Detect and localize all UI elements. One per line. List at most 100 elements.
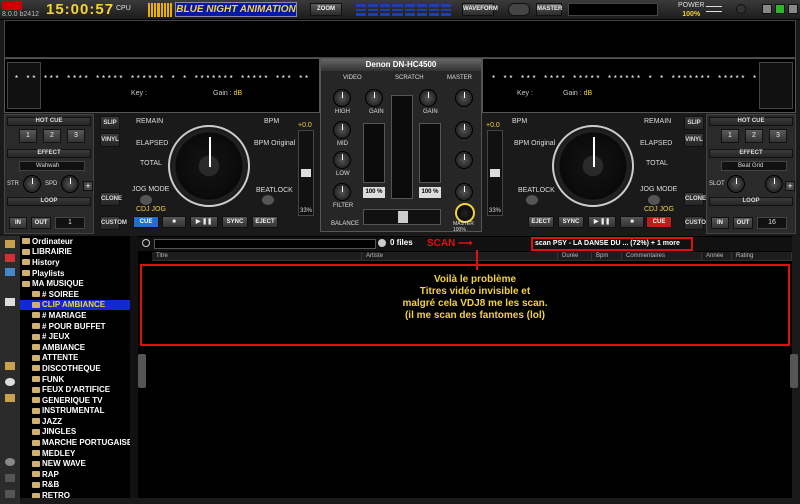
deck-right-vinyl[interactable]: VINYL	[684, 133, 704, 147]
deck-left-loop-in[interactable]: IN	[9, 217, 27, 229]
folder-item[interactable]: JINGLES	[20, 427, 138, 438]
deck-right-eject-button[interactable]: EJECT	[528, 216, 554, 228]
folder-item[interactable]: Playlists	[20, 268, 138, 279]
gear-icon[interactable]	[736, 4, 746, 14]
deck-left-param1-knob[interactable]	[23, 175, 41, 193]
settings-icon[interactable]	[5, 458, 15, 466]
cd-icon[interactable]	[5, 378, 15, 386]
col-year[interactable]: Année	[702, 252, 732, 261]
deck-right-param2-knob[interactable]	[765, 175, 783, 193]
deck-left-slip[interactable]: SLIP	[100, 116, 120, 130]
folder-item[interactable]: MEDLEY	[20, 448, 138, 459]
deck-right-beatlock[interactable]: BEATLOCK	[518, 187, 555, 194]
col-title[interactable]: Titre	[152, 252, 362, 261]
deck-right-param1-knob[interactable]	[727, 175, 745, 193]
deck-right-clone[interactable]: CLONE	[684, 192, 706, 206]
mixer-left-low-knob[interactable]	[333, 151, 351, 169]
deck-right-stop-button[interactable]: ■	[620, 216, 644, 228]
mixer-video[interactable]: VIDEO	[343, 75, 362, 81]
deck-right-pitch-slider[interactable]	[487, 130, 503, 216]
mixer-left-gain-knob[interactable]	[365, 89, 383, 107]
search-input[interactable]	[154, 239, 376, 249]
music-icon[interactable]	[5, 362, 15, 370]
deck-right-play-button[interactable]: ▶ ❚❚	[588, 216, 616, 228]
master-button[interactable]: MASTER	[536, 3, 562, 16]
deck-right-cdj-jog[interactable]: CDJ JOG	[644, 206, 674, 213]
folder-item[interactable]: MARCHE PORTUGAISE	[20, 437, 138, 448]
mixer-left-volume-fader[interactable]	[363, 123, 385, 183]
folder-item[interactable]: Ordinateur	[20, 236, 138, 247]
deck-left-stop-button[interactable]: ■	[162, 216, 186, 228]
deck-left-param2-knob[interactable]	[61, 175, 79, 193]
folder-item[interactable]: CLIP AMBIANCE	[20, 299, 138, 311]
folder-item[interactable]: RETRO	[20, 490, 138, 498]
search-icon[interactable]	[142, 239, 150, 247]
folder-item[interactable]: # SOIREE	[20, 289, 138, 300]
folder-item[interactable]: INSTRUMENTAL	[20, 406, 138, 417]
sampler-icon[interactable]	[5, 254, 15, 262]
deck-right-beatlock-toggle[interactable]	[526, 195, 538, 205]
folder-item[interactable]: GENERIQUE TV	[20, 395, 138, 406]
deck-left-hotcue-3[interactable]: 3	[67, 129, 85, 143]
deck-left-hotcue-1[interactable]: 1	[19, 129, 37, 143]
deck-right-cue-button[interactable]: CUE	[646, 216, 672, 228]
back-icon[interactable]	[5, 298, 15, 306]
col-duration[interactable]: Durée	[558, 252, 592, 261]
deck-left-pitch-slider[interactable]	[298, 130, 314, 216]
deck-left-jog-mode-toggle[interactable]	[140, 195, 152, 205]
deck-left-sync-button[interactable]: SYNC	[222, 216, 248, 228]
col-comments[interactable]: Commentaires	[622, 252, 702, 261]
mixer-master[interactable]: MASTER	[447, 75, 472, 81]
deck-left-play-button[interactable]: ▶ ❚❚	[190, 216, 218, 228]
folder-item[interactable]: R&B	[20, 480, 138, 491]
mixer-right-volume-fader[interactable]	[419, 123, 441, 183]
waveform-button[interactable]: WAVEFORM	[462, 3, 498, 16]
deck-left-hotcue-2[interactable]: 2	[43, 129, 61, 143]
folder-icon[interactable]	[5, 240, 15, 248]
folder-item[interactable]: # POUR BUFFET	[20, 321, 138, 332]
folder-item[interactable]: AMBIANCE	[20, 342, 138, 353]
folder-scrollbar[interactable]	[130, 236, 138, 498]
folder-item[interactable]: MA MUSIQUE	[20, 278, 138, 289]
deck-left-cdj-jog[interactable]: CDJ JOG	[136, 206, 166, 213]
folder-item[interactable]: DISCOTHEQUE	[20, 363, 138, 374]
folder-item[interactable]: LIBRAIRIE	[20, 247, 138, 258]
mixer-right-mid-knob[interactable]	[455, 121, 473, 139]
folder-item[interactable]: History	[20, 257, 138, 268]
sideview-left-tab[interactable]	[138, 354, 146, 388]
folder-item[interactable]: # JEUX	[20, 331, 138, 342]
effects-icon[interactable]	[5, 268, 15, 276]
master-volume-knob[interactable]	[455, 203, 475, 223]
mixer-left-mid-knob[interactable]	[333, 121, 351, 139]
col-artist[interactable]: Artiste	[362, 252, 558, 261]
mixer-left-high-knob[interactable]	[333, 89, 351, 107]
col-bpm[interactable]: Bpm	[592, 252, 622, 261]
deck-right-loop-out[interactable]: OUT	[733, 217, 753, 229]
mixer-right-low-knob[interactable]	[455, 151, 473, 169]
deck-left-jog-wheel[interactable]	[168, 125, 250, 207]
mixer-right-high-knob[interactable]	[455, 89, 473, 107]
deck-right-hotcue-2[interactable]: 2	[745, 129, 763, 143]
mixer-right-gain-knob[interactable]	[419, 89, 437, 107]
mixer-right-filter-knob[interactable]	[455, 183, 473, 201]
deck-left-loop-out[interactable]: OUT	[31, 217, 51, 229]
gear-icon[interactable]	[378, 239, 386, 247]
col-rating[interactable]: Rating	[732, 252, 792, 261]
folder-item[interactable]: # MARIAGE	[20, 310, 138, 321]
sideview-right-tab[interactable]	[790, 354, 798, 388]
edit-icon[interactable]	[5, 394, 15, 402]
deck-right-effect-select[interactable]: Beat Grid	[721, 161, 787, 171]
folder-item[interactable]: RAP	[20, 469, 138, 480]
zoom-button[interactable]: ZOOM	[310, 3, 342, 16]
deck-left-clone[interactable]: CLONE	[100, 192, 122, 206]
deck-right-jog-mode-toggle[interactable]	[648, 195, 660, 205]
deck-left-jog-mode[interactable]: JOG MODE	[132, 186, 169, 193]
deck-left-beatlock[interactable]: BEATLOCK	[256, 187, 293, 194]
deck-right-slip[interactable]: SLIP	[684, 116, 704, 130]
deck-left-vinyl[interactable]: VINYL	[100, 133, 120, 147]
mixer-scratch[interactable]: SCRATCH	[395, 75, 424, 81]
crossfader[interactable]	[363, 209, 441, 225]
crossfader-handle[interactable]	[398, 211, 408, 223]
deck-left-eject-button[interactable]: EJECT	[252, 216, 278, 228]
deck-left-effect-select[interactable]: Wahwah	[19, 161, 85, 171]
